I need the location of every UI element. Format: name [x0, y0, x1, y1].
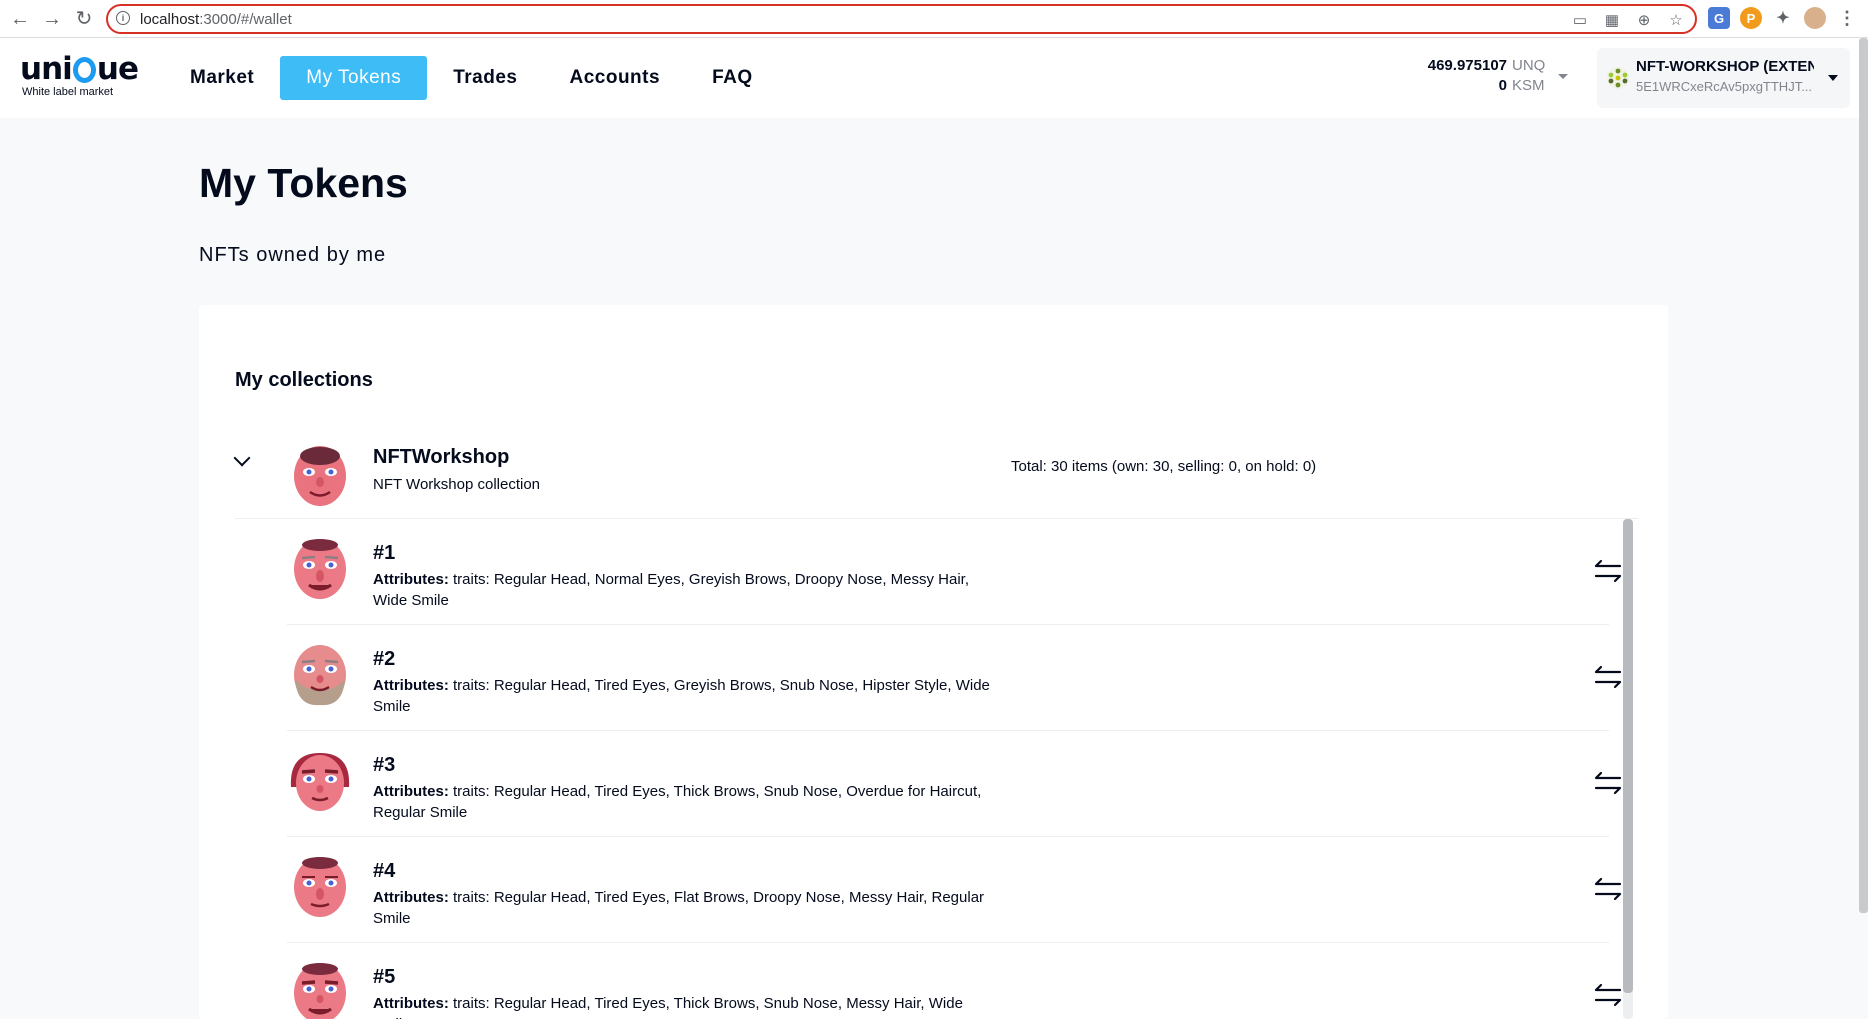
- transfer-arrows-icon[interactable]: [1593, 769, 1623, 797]
- attributes-label: Attributes:: [373, 783, 449, 800]
- main-nav: Market My Tokens Trades Accounts FAQ: [164, 56, 779, 100]
- page-title: My Tokens: [199, 160, 408, 206]
- app-header: uni ue White label market Market My Token…: [0, 38, 1868, 118]
- attributes-label: Attributes:: [373, 571, 449, 588]
- url-path: :3000/#/wallet: [199, 11, 292, 28]
- site-info-icon[interactable]: i: [116, 11, 130, 25]
- unique-logo[interactable]: uni ue White label market: [20, 51, 139, 98]
- bookmark-star-icon[interactable]: ☆: [1665, 9, 1687, 31]
- extensions-puzzle-icon[interactable]: ✦: [1772, 7, 1794, 29]
- collection-avatar: [294, 446, 346, 506]
- transfer-arrows-icon[interactable]: [1593, 557, 1623, 585]
- translate-extension-icon[interactable]: G: [1708, 7, 1730, 29]
- token-attributes: Attributes: traits: Regular Head, Tired …: [373, 887, 993, 929]
- account-selector[interactable]: NFT-WORKSHOP (EXTENSION) 5E1WRCxeRcAv5px…: [1597, 48, 1850, 108]
- token-attributes: Attributes: traits: Regular Head, Tired …: [373, 993, 993, 1019]
- nav-my-tokens[interactable]: My Tokens: [280, 56, 428, 100]
- browser-toolbar: ← → ↻ i localhost:3000/#/wallet ▭ ▦ ⊕ ☆ …: [0, 0, 1868, 38]
- account-identicon-icon: [1607, 67, 1629, 89]
- account-name: NFT-WORKSHOP (EXTENSION): [1636, 58, 1814, 75]
- url-host: localhost: [140, 11, 200, 28]
- balance-display[interactable]: 469.975107 UNQ 0 KSM: [1428, 56, 1546, 96]
- attributes-value: traits: Regular Head, Tired Eyes, Thick …: [373, 995, 963, 1019]
- token-id[interactable]: #3: [373, 754, 395, 777]
- logo-o-icon: [72, 57, 96, 83]
- token-attributes: Attributes: traits: Regular Head, Tired …: [373, 675, 993, 717]
- token-avatar: [294, 857, 346, 917]
- unq-label: UNQ: [1512, 57, 1546, 74]
- token-row[interactable]: #5 Attributes: traits: Regular Head, Tir…: [287, 943, 1622, 1019]
- logo-text-left: uni: [20, 51, 73, 87]
- nav-market[interactable]: Market: [164, 56, 280, 100]
- token-list[interactable]: #1 Attributes: traits: Regular Head, Nor…: [287, 519, 1622, 1019]
- cast-icon[interactable]: ▭: [1569, 9, 1591, 31]
- browser-menu-icon[interactable]: ⋮: [1836, 7, 1858, 29]
- token-row[interactable]: #3 Attributes: traits: Regular Head, Tir…: [287, 731, 1622, 837]
- collections-heading: My collections: [235, 369, 373, 391]
- forward-arrow-icon[interactable]: →: [40, 7, 64, 31]
- balance-dropdown-icon[interactable]: [1558, 74, 1568, 79]
- logo-subtitle: White label market: [22, 86, 114, 98]
- transfer-arrows-icon[interactable]: [1593, 981, 1623, 1009]
- token-row[interactable]: #1 Attributes: traits: Regular Head, Nor…: [287, 519, 1622, 625]
- ksm-amount: 0: [1498, 77, 1507, 94]
- nav-trades[interactable]: Trades: [427, 56, 543, 100]
- zoom-icon[interactable]: ⊕: [1633, 9, 1655, 31]
- token-list-scrollbar[interactable]: [1623, 519, 1633, 1019]
- token-avatar: [294, 645, 346, 706]
- token-avatar: [294, 963, 346, 1019]
- reload-icon[interactable]: ↻: [72, 7, 96, 31]
- wallet-extension-icon[interactable]: P: [1740, 7, 1762, 29]
- transfer-arrows-icon[interactable]: [1593, 875, 1623, 903]
- attributes-label: Attributes:: [373, 889, 449, 906]
- page-subtitle: NFTs owned by me: [199, 244, 387, 266]
- token-row[interactable]: #2 Attributes: traits: Regular Head, Tir…: [287, 625, 1622, 731]
- scrollbar-thumb[interactable]: [1623, 519, 1633, 993]
- attributes-value: traits: Regular Head, Tired Eyes, Greyis…: [373, 677, 990, 715]
- account-address: 5E1WRCxeRcAv5pxgTTHJT...: [1636, 79, 1813, 94]
- token-row[interactable]: #4 Attributes: traits: Regular Head, Tir…: [287, 837, 1622, 943]
- token-id[interactable]: #4: [373, 860, 395, 883]
- nav-faq[interactable]: FAQ: [686, 56, 779, 100]
- logo-wordmark: uni ue: [20, 51, 139, 87]
- back-arrow-icon[interactable]: ←: [8, 7, 32, 31]
- qr-code-icon[interactable]: ▦: [1601, 9, 1623, 31]
- token-id[interactable]: #2: [373, 648, 395, 671]
- unq-amount: 469.975107: [1427, 57, 1507, 74]
- attributes-label: Attributes:: [373, 677, 449, 694]
- token-id[interactable]: #5: [373, 966, 395, 989]
- collection-total: Total: 30 items (own: 30, selling: 0, on…: [1011, 458, 1317, 475]
- transfer-arrows-icon[interactable]: [1593, 663, 1623, 691]
- profile-avatar-icon[interactable]: [1804, 7, 1826, 29]
- token-id[interactable]: #1: [373, 542, 395, 565]
- ksm-label: KSM: [1512, 77, 1545, 94]
- address-url[interactable]: localhost:3000/#/wallet: [140, 11, 292, 28]
- token-attributes: Attributes: traits: Regular Head, Tired …: [373, 781, 993, 823]
- attributes-label: Attributes:: [373, 995, 449, 1012]
- token-avatar: [290, 753, 350, 811]
- token-attributes: Attributes: traits: Regular Head, Normal…: [373, 569, 993, 611]
- collection-description: NFT Workshop collection: [373, 476, 541, 493]
- logo-text-right: ue: [96, 51, 139, 87]
- attributes-value: traits: Regular Head, Normal Eyes, Greyi…: [373, 571, 969, 609]
- collections-card: My collections NFTWorkshop NFT Workshop …: [199, 305, 1668, 1019]
- collapse-chevron-icon[interactable]: [233, 449, 251, 467]
- collection-name[interactable]: NFTWorkshop: [373, 446, 509, 469]
- page-scrollbar[interactable]: [1859, 38, 1868, 913]
- attributes-value: traits: Regular Head, Tired Eyes, Thick …: [373, 783, 982, 821]
- token-avatar: [294, 539, 346, 599]
- nav-accounts[interactable]: Accounts: [543, 56, 686, 100]
- address-bar[interactable]: i localhost:3000/#/wallet ▭ ▦ ⊕ ☆: [106, 4, 1697, 34]
- account-dropdown-icon: [1828, 75, 1838, 81]
- attributes-value: traits: Regular Head, Tired Eyes, Flat B…: [373, 889, 985, 927]
